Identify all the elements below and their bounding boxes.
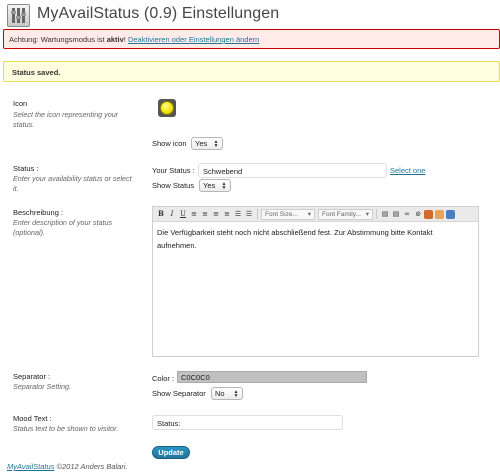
maintenance-prefix: Achtung: Wartungsmodus ist — [9, 35, 107, 44]
numbered-list-icon[interactable]: ☰ — [244, 209, 254, 219]
show-separator-label: Show Separator — [152, 389, 206, 398]
bullet-list-icon[interactable]: ☰ — [233, 209, 243, 219]
chevron-down-icon: ▾ — [307, 211, 311, 218]
show-icon-select[interactable]: Yes ▲ ▼ — [191, 137, 223, 150]
footer-copyright: ©2012 Anders Balari. — [54, 462, 128, 471]
select-one-link[interactable]: Select one — [390, 166, 425, 175]
text-color-icon[interactable] — [424, 209, 433, 219]
select-arrows-icon: ▲ ▼ — [221, 180, 227, 191]
select-arrows-icon: ▲ ▼ — [213, 138, 219, 149]
chevron-down-icon: ▾ — [365, 211, 369, 218]
font-family-select[interactable]: Font Family... ▾ — [318, 208, 373, 220]
mood-text-description: Status text to be shown to visitor. — [13, 424, 119, 433]
description-hint: Enter description of your status (option… — [13, 218, 113, 237]
align-right-icon[interactable]: ≡ — [211, 209, 221, 219]
separator-description: Separator Setting. — [13, 382, 71, 391]
show-icon-label: Show icon — [152, 139, 187, 148]
rich-text-editor[interactable]: B I U ≡ ≡ ≡ ≡ ☰ ☰ Font Size... ▾ Font Fa… — [152, 206, 479, 357]
highlight-color-icon[interactable] — [435, 209, 444, 219]
description-label: Beschreibung : — [13, 208, 64, 217]
font-family-label: Font Family... — [322, 210, 361, 218]
mood-text-input[interactable]: Status: — [152, 415, 343, 430]
font-size-label: Font Size... — [265, 210, 298, 218]
plugin-settings-icon — [7, 4, 30, 27]
paste-icon[interactable]: ▤ — [380, 209, 390, 219]
icon-description: Select the icon representing your status… — [13, 110, 119, 129]
show-status-label: Show Status — [152, 181, 195, 190]
footer-plugin-link[interactable]: MyAvailStatus — [7, 462, 54, 471]
show-status-select[interactable]: Yes ▲ ▼ — [199, 179, 231, 192]
separator-label: Separator : — [13, 372, 51, 381]
underline-button[interactable]: U — [178, 209, 188, 219]
editor-content[interactable]: Die Verfügbarkeit steht noch nicht absch… — [157, 226, 473, 252]
your-status-input[interactable]: Schwebend — [198, 163, 387, 178]
unlink-icon[interactable]: ⊘ — [413, 209, 423, 219]
color-label: Color : — [152, 374, 175, 383]
update-button[interactable]: Update — [152, 446, 190, 459]
mood-text-label: Mood Text : — [13, 414, 52, 423]
status-saved-notice: Status saved. — [3, 61, 500, 82]
status-description: Enter your availability status or select… — [13, 174, 132, 193]
align-center-icon[interactable]: ≡ — [200, 209, 210, 219]
show-separator-value: No — [215, 389, 225, 398]
align-left-icon[interactable]: ≡ — [189, 209, 199, 219]
font-size-select[interactable]: Font Size... ▾ — [261, 208, 315, 220]
status-light-icon[interactable] — [158, 99, 176, 117]
show-separator-select[interactable]: No ▲ ▼ — [211, 387, 243, 400]
image-icon[interactable] — [446, 209, 455, 219]
footer: MyAvailStatus ©2012 Anders Balari. — [7, 462, 128, 471]
select-arrows-icon: ▲ ▼ — [233, 388, 239, 399]
icon-label: Icon — [13, 99, 28, 108]
bold-button[interactable]: B — [156, 209, 166, 219]
editor-toolbar: B I U ≡ ≡ ≡ ≡ ☰ ☰ Font Size... ▾ Font Fa… — [153, 207, 478, 222]
maintenance-status: aktiv — [106, 35, 124, 44]
link-icon[interactable]: ∞ — [402, 209, 412, 219]
italic-button[interactable]: I — [167, 209, 177, 219]
page-title: MyAvailStatus (0.9) Einstellungen — [37, 5, 280, 22]
show-status-value: Yes — [203, 181, 216, 190]
color-input[interactable]: C0C0C0 — [177, 371, 367, 383]
show-icon-value: Yes — [195, 139, 208, 148]
maintenance-settings-link[interactable]: Deaktivieren oder Einstellungen ändern — [128, 35, 259, 44]
maintenance-notice: Achtung: Wartungsmodus ist aktiv! Deakti… — [3, 29, 500, 49]
your-status-label: Your Status : — [152, 166, 195, 175]
paste-word-icon[interactable]: ▤ — [391, 209, 401, 219]
status-label: Status : — [13, 164, 39, 173]
align-justify-icon[interactable]: ≡ — [222, 209, 232, 219]
